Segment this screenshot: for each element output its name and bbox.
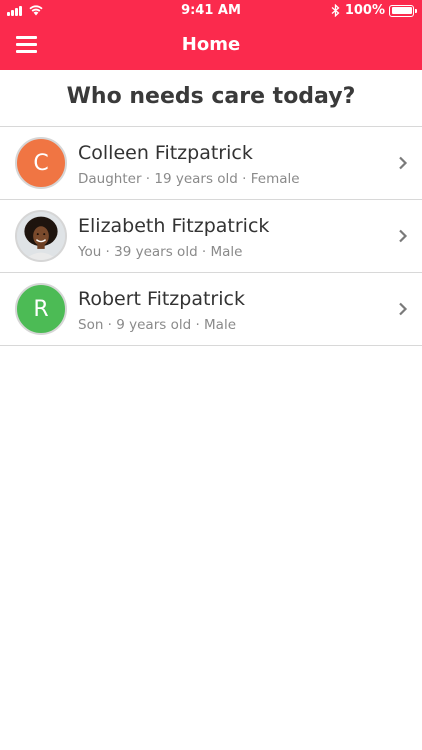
page-title: Home [181,34,241,55]
bluetooth-icon [331,4,340,17]
chevron-right-icon [399,229,408,243]
chevron-right-icon [399,302,408,316]
person-details: Son · 9 years old · Male [78,317,237,333]
avatar-colleen: C [15,137,67,189]
profile-photo-icon [17,212,65,260]
avatar-initial: R [33,296,49,322]
battery-percentage: 100% [344,3,385,18]
person-row-colleen[interactable]: C Colleen Fitzpatrick Daughter · 19 year… [0,127,422,200]
status-bar: 9:41 AM 100% [0,0,422,22]
person-details: Daughter · 19 years old · Female [78,171,300,187]
person-list: C Colleen Fitzpatrick Daughter · 19 year… [0,127,422,346]
person-row-robert[interactable]: R Robert Fitzpatrick Son · 9 years old ·… [0,273,422,346]
person-name: Colleen Fitzpatrick [78,142,253,164]
battery-icon [389,4,417,17]
avatar-initial: C [33,150,49,176]
avatar-robert: R [15,283,67,335]
person-name: Elizabeth Fitzpatrick [78,215,270,237]
status-right: 100% [331,3,417,18]
chevron-right-icon [399,156,408,170]
app-header: 9:41 AM 100% Home [0,0,422,70]
person-details: You · 39 years old · Male [78,244,243,260]
avatar-elizabeth-photo [15,210,67,262]
care-question-heading: Who needs care today? [66,84,356,109]
person-row-elizabeth[interactable]: Elizabeth Fitzpatrick You · 39 years old… [0,200,422,273]
person-name: Robert Fitzpatrick [78,288,245,310]
